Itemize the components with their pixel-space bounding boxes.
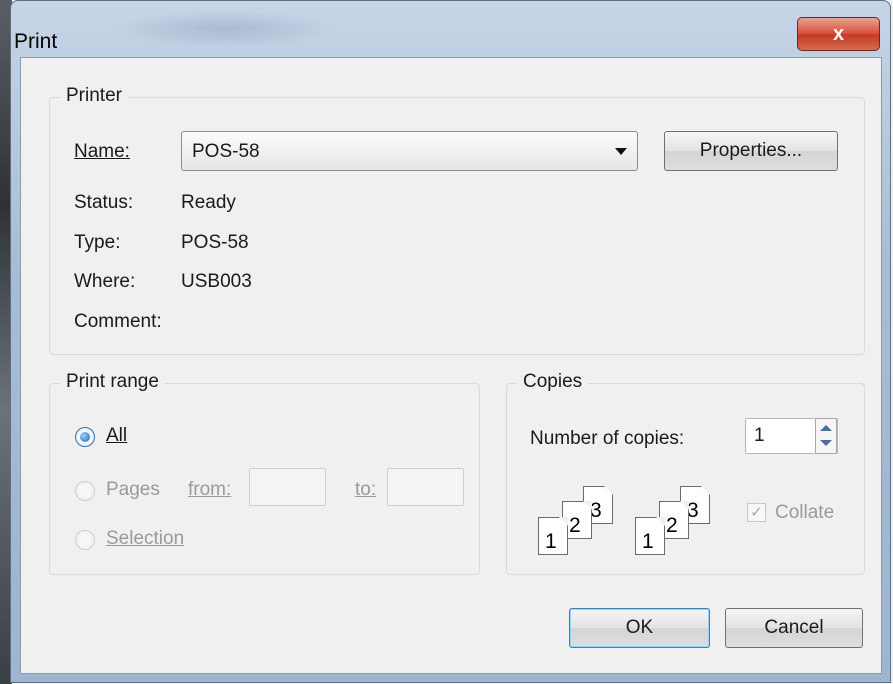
to-label: to: (355, 479, 376, 501)
cancel-button[interactable]: Cancel (725, 608, 863, 648)
close-icon: x (832, 22, 845, 45)
print-range-group-title: Print range (60, 371, 165, 393)
copies-spinner[interactable] (815, 418, 837, 454)
all-label[interactable]: All (106, 425, 127, 447)
printer-name-select[interactable]: POS-58 (181, 131, 638, 171)
number-of-copies-label: Number of copies: (530, 428, 685, 449)
close-button[interactable]: x (797, 17, 880, 51)
status-label: Status: (74, 192, 134, 213)
all-radio[interactable] (75, 427, 95, 447)
ok-button[interactable]: OK (569, 608, 710, 648)
collate-label[interactable]: Collate (775, 502, 834, 524)
window-title: Print (14, 30, 58, 53)
all-label-text: All (106, 425, 128, 446)
pages-radio[interactable] (75, 481, 95, 501)
from-input[interactable] (249, 468, 326, 506)
title-blur (115, 10, 335, 48)
status-value: Ready (181, 192, 236, 213)
selection-label-text: Selection (106, 528, 185, 549)
spin-down-icon[interactable] (820, 440, 832, 446)
name-label: Name: (74, 141, 130, 163)
from-label-text: from: (188, 479, 232, 500)
spin-up-icon[interactable] (820, 425, 832, 431)
type-label: Type: (74, 232, 121, 253)
collate-checkbox[interactable]: ✓ (747, 503, 766, 522)
where-label: Where: (74, 271, 136, 292)
printer-name-value: POS-58 (192, 141, 260, 162)
printer-group-title: Printer (60, 85, 128, 107)
from-label: from: (188, 479, 231, 501)
to-input[interactable] (387, 468, 464, 506)
name-label-text: Name: (74, 141, 130, 162)
pages-label[interactable]: Pages (106, 479, 160, 501)
properties-button[interactable]: Properties... (664, 131, 838, 171)
comment-label: Comment: (74, 311, 162, 332)
ok-button-label: OK (625, 617, 654, 638)
page-1-icon: 1 (635, 517, 665, 555)
where-value: USB003 (181, 271, 252, 292)
copies-group-title: Copies (517, 371, 589, 393)
to-label-text: to: (355, 479, 377, 500)
page-1-icon: 1 (538, 517, 568, 555)
selection-radio[interactable] (75, 530, 95, 550)
chevron-down-icon[interactable] (615, 148, 627, 155)
type-value: POS-58 (181, 232, 249, 253)
cancel-button-label: Cancel (764, 617, 824, 638)
copies-input-value: 1 (754, 425, 765, 446)
properties-button-label: Properties... (699, 140, 803, 161)
selection-label[interactable]: Selection (106, 528, 184, 550)
